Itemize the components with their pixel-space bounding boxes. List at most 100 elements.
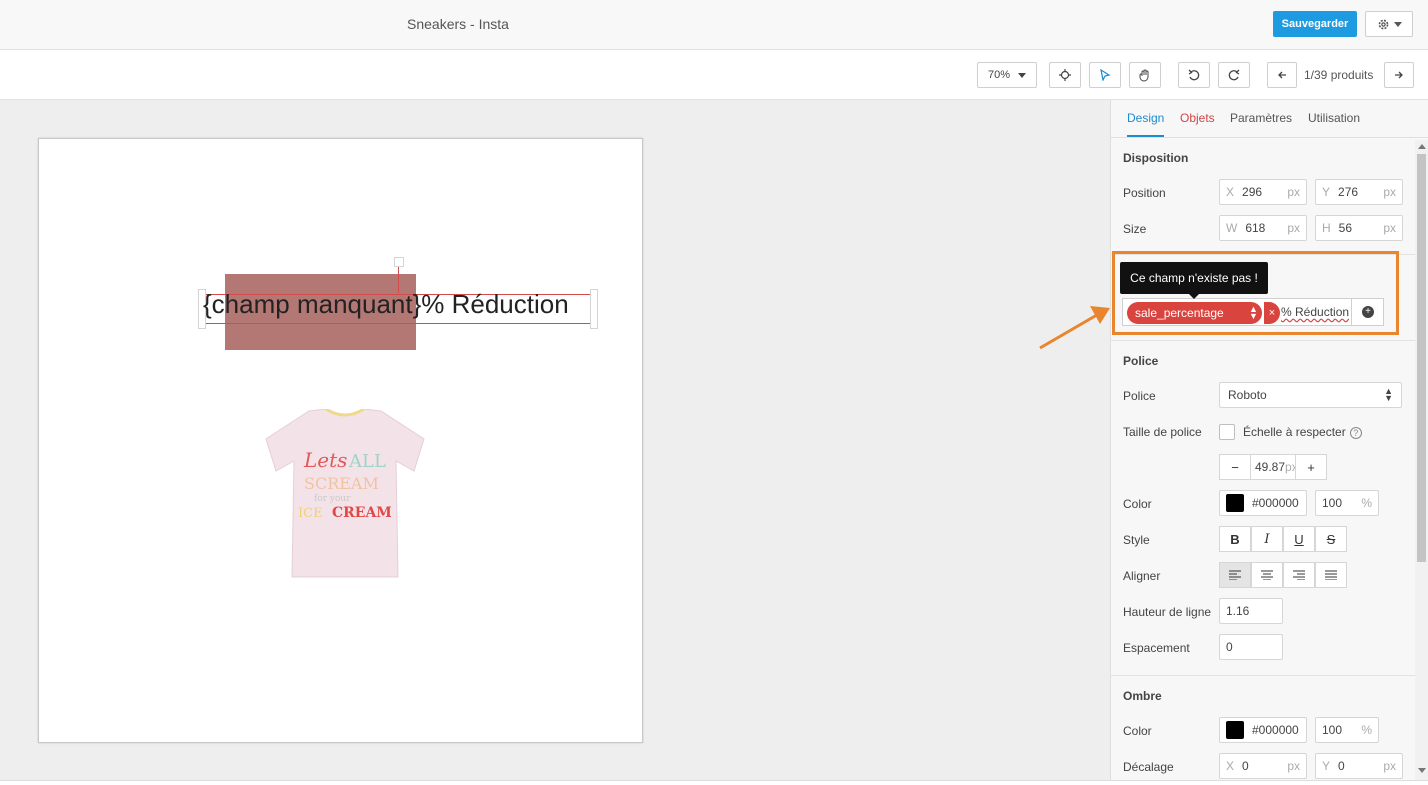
bold-button[interactable]: B bbox=[1219, 526, 1251, 552]
align-left-button[interactable] bbox=[1219, 562, 1251, 588]
align-center-button[interactable] bbox=[1251, 562, 1283, 588]
y-prefix: Y bbox=[1322, 185, 1331, 199]
align-center-icon bbox=[1261, 570, 1273, 580]
caret-down-icon bbox=[1393, 22, 1402, 27]
underline-button[interactable]: U bbox=[1283, 526, 1315, 552]
size-height-input[interactable]: H 56 px bbox=[1315, 215, 1403, 241]
shadow-color-value: #000000 bbox=[1252, 723, 1299, 737]
unit-label: px bbox=[1287, 221, 1300, 235]
field-chip[interactable]: sale_percentage bbox=[1127, 302, 1262, 324]
svg-text:CREAM: CREAM bbox=[332, 505, 392, 521]
arrow-left-icon bbox=[1278, 71, 1286, 79]
font-size-decrease-button[interactable]: − bbox=[1219, 454, 1251, 480]
shadow-color-swatch[interactable] bbox=[1226, 721, 1244, 739]
plus-circle-icon: + bbox=[1362, 306, 1374, 318]
panel-scrollbar[interactable] bbox=[1415, 140, 1428, 780]
italic-button[interactable]: I bbox=[1251, 526, 1283, 552]
shadow-offset-x-input[interactable]: X 0 px bbox=[1219, 753, 1307, 779]
shadow-offset-label: Décalage bbox=[1123, 760, 1174, 774]
tab-objets[interactable]: Objets bbox=[1180, 111, 1215, 125]
align-justify-icon bbox=[1325, 570, 1337, 580]
shadow-x-value: 0 bbox=[1242, 759, 1249, 773]
zoom-select[interactable]: 70% bbox=[977, 62, 1037, 88]
text-opacity-input[interactable]: 100 % bbox=[1315, 490, 1379, 516]
tab-parametres[interactable]: Paramètres bbox=[1230, 111, 1292, 125]
font-size-label: Taille de police bbox=[1123, 425, 1202, 439]
help-icon[interactable]: ? bbox=[1349, 426, 1362, 439]
align-justify-button[interactable] bbox=[1315, 562, 1347, 588]
shadow-opacity-input[interactable]: 100 % bbox=[1315, 717, 1379, 743]
y-prefix: Y bbox=[1322, 759, 1331, 773]
text-opacity-value: 100 bbox=[1322, 496, 1343, 510]
document-title: Sneakers - Insta bbox=[407, 16, 509, 32]
error-tooltip: Ce champ n'existe pas ! bbox=[1120, 262, 1268, 299]
rotation-handle[interactable] bbox=[394, 257, 404, 267]
gear-icon bbox=[1378, 19, 1388, 29]
scroll-thumb[interactable] bbox=[1417, 154, 1426, 562]
scroll-down-icon[interactable] bbox=[1418, 768, 1426, 773]
settings-dropdown-button[interactable] bbox=[1365, 11, 1413, 37]
canvas-area[interactable]: {champ manquant}% Réduction Lets ALL SCR… bbox=[0, 100, 1110, 780]
line-height-input[interactable]: 1.16 bbox=[1219, 598, 1283, 624]
unit-label: px bbox=[1287, 759, 1300, 773]
percent-unit: % bbox=[1361, 723, 1372, 737]
align-right-button[interactable] bbox=[1283, 562, 1315, 588]
text-content-editor[interactable]: sale_percentage ▲ ▼ × % Réduction + bbox=[1122, 298, 1384, 326]
percent-unit: % bbox=[1361, 496, 1372, 510]
chip-select-arrows-icon[interactable]: ▲ ▼ bbox=[1249, 305, 1258, 321]
color-swatch[interactable] bbox=[1226, 494, 1244, 512]
remove-field-button[interactable]: × bbox=[1264, 302, 1280, 324]
shadow-color-input[interactable]: #000000 bbox=[1219, 717, 1307, 743]
position-y-input[interactable]: Y 276 px bbox=[1315, 179, 1403, 205]
add-field-button[interactable]: + bbox=[1351, 299, 1384, 325]
canvas-text-element[interactable]: {champ manquant}% Réduction bbox=[203, 289, 598, 320]
artboard[interactable]: {champ manquant}% Réduction Lets ALL SCR… bbox=[38, 138, 643, 743]
panel-tabs: Design Objets Paramètres Utilisation bbox=[1111, 100, 1428, 138]
save-button[interactable]: Sauvegarder bbox=[1273, 11, 1357, 37]
hand-icon bbox=[1139, 69, 1149, 81]
hand-tool-button[interactable] bbox=[1129, 62, 1161, 88]
svg-text:ALL: ALL bbox=[348, 451, 386, 472]
tab-design[interactable]: Design bbox=[1127, 111, 1165, 137]
next-product-button[interactable] bbox=[1384, 62, 1414, 88]
align-label: Aligner bbox=[1123, 569, 1161, 583]
redo-button[interactable] bbox=[1218, 62, 1250, 88]
top-bar: Sneakers - Insta Sauvegarder bbox=[0, 0, 1428, 50]
spacing-input[interactable]: 0 bbox=[1219, 634, 1283, 660]
font-value: Roboto bbox=[1228, 388, 1267, 402]
prev-product-button[interactable] bbox=[1267, 62, 1297, 88]
unit-label: px bbox=[1383, 185, 1396, 199]
position-x-input[interactable]: X 296 px bbox=[1219, 179, 1307, 205]
style-label: Style bbox=[1123, 533, 1150, 547]
text-suffix[interactable]: % Réduction bbox=[1281, 305, 1349, 319]
divider bbox=[1111, 675, 1415, 676]
shadow-color-label: Color bbox=[1123, 724, 1152, 738]
center-button[interactable] bbox=[1049, 62, 1081, 88]
select-tool-button[interactable] bbox=[1089, 62, 1121, 88]
section-title-ombre: Ombre bbox=[1123, 689, 1162, 703]
scroll-up-icon[interactable] bbox=[1418, 144, 1426, 149]
annotation-arrow bbox=[1039, 306, 1110, 350]
tab-utilisation[interactable]: Utilisation bbox=[1308, 111, 1360, 125]
y-value: 276 bbox=[1338, 185, 1359, 199]
scale-label-text: Échelle à respecter bbox=[1243, 425, 1346, 439]
text-color-label: Color bbox=[1123, 497, 1152, 511]
undo-button[interactable] bbox=[1178, 62, 1210, 88]
line-height-value: 1.16 bbox=[1226, 604, 1250, 618]
undo-icon bbox=[1188, 69, 1200, 81]
divider bbox=[1111, 340, 1415, 341]
x-value: 296 bbox=[1242, 185, 1263, 199]
strikethrough-button[interactable]: S bbox=[1315, 526, 1347, 552]
scale-checkbox[interactable] bbox=[1219, 424, 1235, 440]
font-size-increase-button[interactable]: + bbox=[1295, 454, 1327, 480]
tshirt-product-image[interactable]: Lets ALL SCREAM for your ICE CREAM bbox=[264, 409, 426, 579]
unit-label: px bbox=[1383, 221, 1396, 235]
properties-panel: Design Objets Paramètres Utilisation Dis… bbox=[1110, 100, 1428, 780]
x-prefix: X bbox=[1226, 185, 1235, 199]
size-label: Size bbox=[1123, 222, 1147, 236]
font-size-input[interactable]: 49.87 px bbox=[1250, 454, 1298, 480]
size-width-input[interactable]: W 618 px bbox=[1219, 215, 1307, 241]
font-select[interactable]: Roboto ▲ ▼ bbox=[1219, 382, 1402, 408]
shadow-offset-y-input[interactable]: Y 0 px bbox=[1315, 753, 1403, 779]
text-color-input[interactable]: #000000 bbox=[1219, 490, 1307, 516]
